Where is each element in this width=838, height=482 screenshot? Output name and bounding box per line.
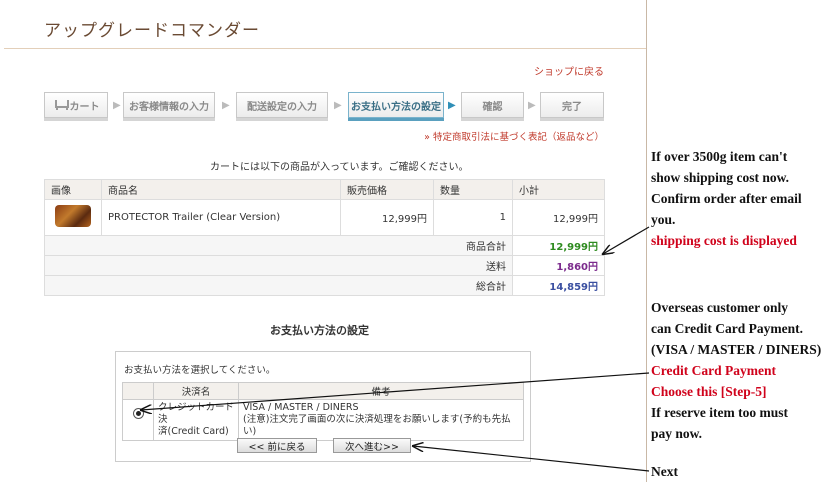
arrow-to-next bbox=[413, 446, 650, 472]
arrow-to-credit-card bbox=[141, 372, 650, 410]
arrow-to-shipping bbox=[603, 226, 650, 254]
annotation-arrows bbox=[0, 226, 650, 472]
